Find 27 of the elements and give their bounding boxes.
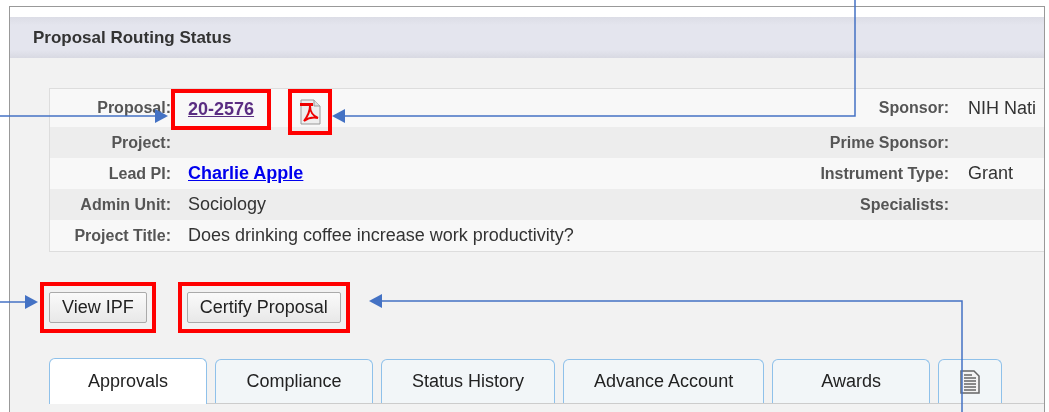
tab[interactable]: Awards: [772, 359, 931, 403]
field-label: Specialists:: [859, 195, 950, 214]
field-label: Instrument Type:: [819, 164, 950, 183]
tab[interactable]: Approvals: [49, 358, 207, 404]
certify-button[interactable]: Certify Proposal: [186, 292, 341, 323]
tab[interactable]: Compliance: [215, 359, 373, 403]
tab[interactable]: [938, 359, 1003, 403]
view-ipf-button[interactable]: View IPF: [49, 292, 147, 323]
proposal-link[interactable]: 20-2576: [188, 99, 255, 120]
tab[interactable]: Status History: [381, 359, 556, 403]
field-value: Sociology: [188, 194, 267, 215]
callout-arrow: [0, 295, 38, 309]
field-label: Project:: [110, 133, 172, 152]
field-value: NIH Nati: [968, 97, 1036, 118]
field-label: Admin Unit:: [79, 195, 172, 214]
person-link[interactable]: Charlie Apple: [188, 163, 304, 184]
field-label: Project Title:: [73, 226, 172, 245]
field-label: Sponsor:: [877, 99, 950, 117]
document-icon: [959, 369, 982, 394]
pdf-icon[interactable]: [298, 99, 323, 125]
field-value: Grant: [968, 163, 1014, 183]
tab[interactable]: Advance Account: [563, 359, 765, 403]
field-value: Does drinking coffee increase work productivity?: [188, 225, 574, 246]
field-label: Lead PI:: [107, 164, 172, 183]
field-label: Proposal:: [96, 99, 172, 117]
panel-title: Proposal Routing Status: [33, 27, 232, 48]
field-label: Prime Sponsor:: [828, 133, 950, 152]
